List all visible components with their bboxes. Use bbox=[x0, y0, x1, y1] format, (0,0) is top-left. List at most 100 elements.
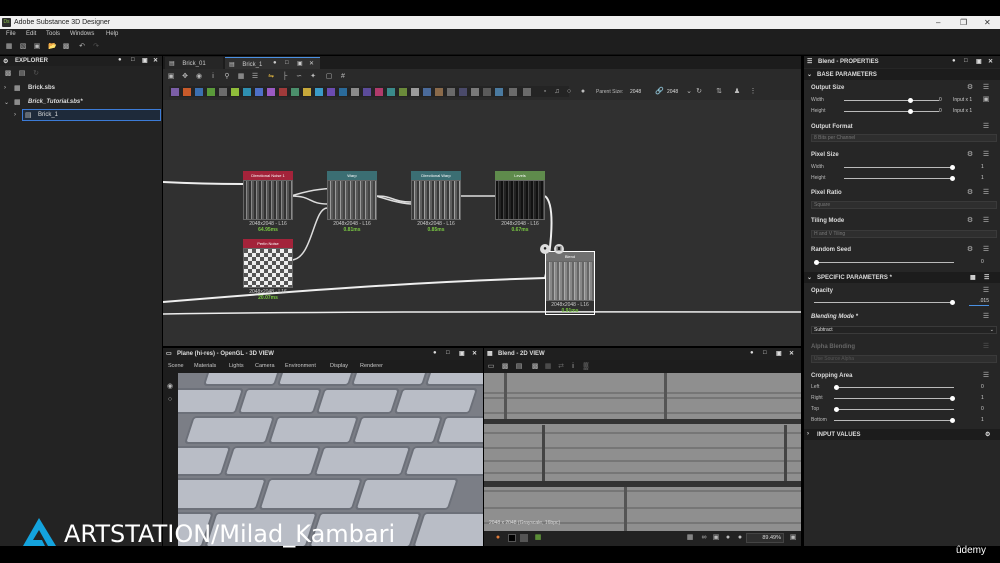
maximize-panel-icon[interactable]: ▣ bbox=[142, 57, 148, 64]
lock-icon[interactable]: ▣ bbox=[789, 534, 797, 542]
preset-icon[interactable]: ▦ bbox=[970, 274, 976, 281]
width-slider[interactable] bbox=[844, 98, 939, 103]
maximize-panel-icon[interactable]: ▣ bbox=[776, 350, 782, 357]
node-preview-icon[interactable]: ● bbox=[540, 244, 550, 254]
crop-bottom-value[interactable]: 1 bbox=[981, 417, 984, 423]
chevron-right-icon[interactable]: › bbox=[4, 85, 6, 91]
zoom-input[interactable]: 89.49% bbox=[746, 533, 784, 543]
menu-display[interactable]: Display bbox=[330, 363, 348, 369]
explorer-item-brick[interactable]: › ▦ Brick.sbs bbox=[0, 83, 162, 94]
opacity-input[interactable]: .015 bbox=[969, 298, 989, 306]
menu-icon[interactable]: ☰ bbox=[982, 123, 990, 131]
gear-icon[interactable]: ⚙ bbox=[985, 431, 990, 438]
menu-tools[interactable]: Tools bbox=[46, 31, 60, 37]
close-icon[interactable]: ✕ bbox=[984, 18, 991, 27]
crop-right-value[interactable]: 1 bbox=[981, 395, 984, 401]
2d-viewport[interactable]: 2048 x 2048 (Grayscale, 16bpc) bbox=[484, 373, 801, 531]
close-panel-icon[interactable]: ✕ bbox=[153, 57, 158, 64]
slider-knob[interactable] bbox=[950, 176, 955, 181]
slider-knob[interactable] bbox=[908, 109, 913, 114]
save-icon[interactable]: ▩ bbox=[62, 43, 70, 51]
float-icon[interactable]: □ bbox=[763, 350, 767, 356]
height-slider[interactable] bbox=[844, 109, 939, 114]
camera-icon[interactable]: ◉ bbox=[166, 383, 174, 391]
output-format-dropdown[interactable]: 8 Bits per Channel bbox=[811, 134, 997, 142]
pixel-height-value[interactable]: 1 bbox=[981, 175, 984, 181]
menu-icon[interactable]: ☰ bbox=[982, 84, 990, 92]
minimize-icon[interactable]: – bbox=[936, 18, 940, 27]
node-warp[interactable]: Warp 2048x2048 - L16 0.81ms bbox=[327, 171, 377, 233]
maximize-panel-icon[interactable]: ▣ bbox=[976, 58, 982, 65]
new-graph-icon[interactable]: ▦ bbox=[5, 43, 13, 51]
width-value[interactable]: 0 bbox=[939, 97, 942, 103]
explorer-item-brick-1[interactable]: › ▤ Brick_1 bbox=[14, 109, 161, 121]
zoom-icon[interactable]: ● bbox=[736, 534, 744, 542]
menu-icon[interactable]: ☰ bbox=[982, 287, 990, 295]
menu-lights[interactable]: Lights bbox=[229, 363, 244, 369]
maximize-icon[interactable]: ❐ bbox=[960, 18, 967, 27]
crop-left-value[interactable]: 0 bbox=[981, 384, 984, 390]
chevron-right-icon[interactable]: › bbox=[14, 112, 16, 118]
node-directional-warp[interactable]: Directional Warp 2048x2048 - L16 0.85ms bbox=[411, 171, 461, 233]
menu-scene[interactable]: Scene bbox=[168, 363, 184, 369]
tiling-mode-dropdown[interactable]: H and V Tiling bbox=[811, 230, 997, 238]
base-parameters-section[interactable]: ⌄ BASE PARAMETERS bbox=[804, 69, 1000, 80]
slider-knob[interactable] bbox=[950, 418, 955, 423]
menu-renderer[interactable]: Renderer bbox=[360, 363, 383, 369]
undo-icon[interactable]: ↶ bbox=[78, 43, 86, 51]
menu-environment[interactable]: Environment bbox=[285, 363, 316, 369]
close-panel-icon[interactable]: ✕ bbox=[789, 350, 794, 357]
random-seed-value[interactable]: 0 bbox=[981, 259, 984, 265]
close-panel-icon[interactable]: ✕ bbox=[988, 58, 993, 65]
explorer-item-brick-tutorial[interactable]: ⌄ ▦ Brick_Tutorial.sbs* bbox=[0, 97, 162, 108]
float-icon[interactable]: □ bbox=[964, 58, 968, 64]
input-values-section[interactable]: › INPUT VALUES ⚙ bbox=[804, 429, 1000, 440]
close-panel-icon[interactable]: ✕ bbox=[472, 350, 477, 357]
new-package-icon[interactable]: ▩ bbox=[4, 70, 12, 78]
pixel-ratio-dropdown[interactable]: Square bbox=[811, 201, 997, 209]
color-swatch[interactable] bbox=[520, 534, 528, 542]
info-icon[interactable]: i bbox=[569, 363, 577, 371]
slider-knob[interactable] bbox=[950, 396, 955, 401]
redo-icon[interactable]: ↷ bbox=[92, 43, 100, 51]
tiling-icon[interactable]: ▦ bbox=[544, 363, 552, 371]
color-picker-icon[interactable]: ● bbox=[494, 534, 502, 542]
menu-icon[interactable]: ☰ bbox=[982, 343, 990, 351]
pin-icon[interactable]: ● bbox=[750, 350, 754, 356]
open-package-icon[interactable]: ▤ bbox=[18, 70, 26, 78]
menu-icon[interactable]: ☰ bbox=[984, 274, 989, 281]
export-icon[interactable]: ▭ bbox=[487, 363, 495, 371]
fit-icon[interactable]: ▣ bbox=[712, 534, 720, 542]
maximize-panel-icon[interactable]: ▣ bbox=[459, 350, 465, 357]
new-package-icon[interactable]: ▧ bbox=[19, 43, 27, 51]
crop-bottom-slider[interactable] bbox=[834, 418, 955, 423]
pin-icon[interactable]: ● bbox=[952, 58, 956, 64]
lock-icon[interactable]: ▣ bbox=[982, 96, 990, 104]
zoom-icon[interactable]: ● bbox=[724, 534, 732, 542]
chevron-down-icon[interactable]: ⌄ bbox=[4, 99, 9, 106]
inherit-icon[interactable]: ⚙ bbox=[966, 217, 974, 225]
channel-icon[interactable]: ▩ bbox=[531, 363, 539, 371]
height-value[interactable]: 0 bbox=[939, 108, 942, 114]
height-mode[interactable]: Input x 1 bbox=[953, 108, 972, 114]
menu-icon[interactable]: ☰ bbox=[982, 246, 990, 254]
node-blend[interactable]: ● ▣ Blend 2048x2048 - L16 0.91ms bbox=[540, 244, 595, 315]
slider-knob[interactable] bbox=[950, 165, 955, 170]
histogram-icon[interactable]: ▒ bbox=[582, 363, 590, 371]
slider-knob[interactable] bbox=[834, 385, 839, 390]
inherit-icon[interactable]: ⚙ bbox=[966, 151, 974, 159]
link-icon[interactable]: ∞ bbox=[700, 534, 708, 542]
crop-right-slider[interactable] bbox=[834, 396, 955, 401]
menu-windows[interactable]: Windows bbox=[70, 31, 94, 37]
slider-knob[interactable] bbox=[908, 98, 913, 103]
refresh-icon[interactable]: ↻ bbox=[32, 70, 40, 78]
copy-icon[interactable]: ▤ bbox=[515, 363, 523, 371]
menu-icon[interactable]: ☰ bbox=[982, 313, 990, 321]
color-swatch[interactable] bbox=[508, 534, 516, 542]
swap-icon[interactable]: ⇄ bbox=[557, 363, 565, 371]
open-icon[interactable]: 📂 bbox=[48, 43, 57, 51]
float-icon[interactable]: □ bbox=[131, 57, 135, 63]
node-view-icon[interactable]: ▣ bbox=[554, 244, 564, 254]
pin-icon[interactable]: ● bbox=[433, 350, 437, 356]
opacity-slider[interactable] bbox=[814, 300, 955, 305]
